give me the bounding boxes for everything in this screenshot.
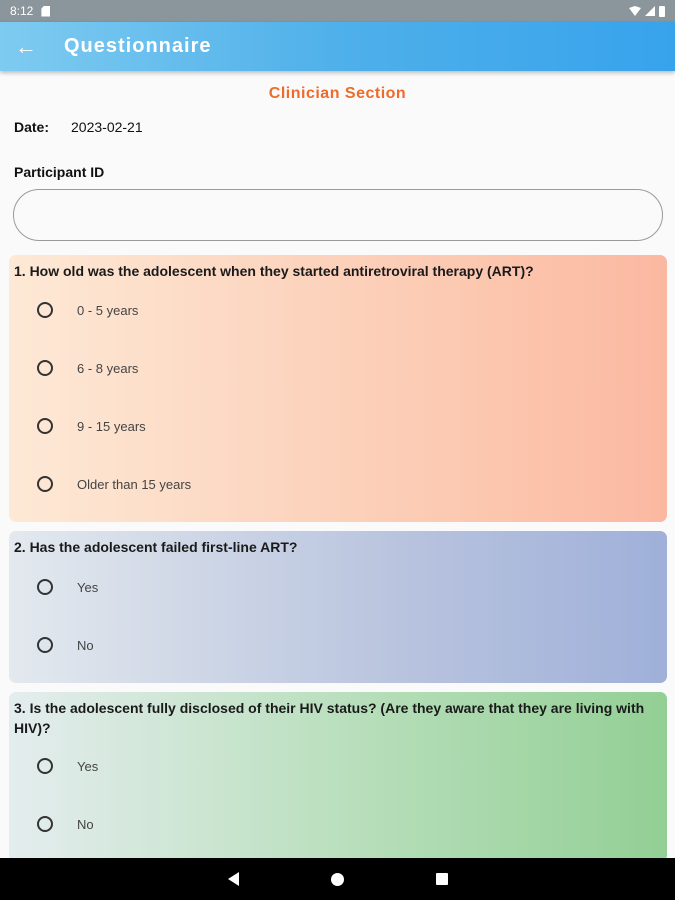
option-row[interactable]: No <box>37 816 94 832</box>
page-title: Questionnaire <box>64 35 212 57</box>
question-text: 1. How old was the adolescent when they … <box>14 263 534 279</box>
nav-recents-icon[interactable] <box>435 873 448 885</box>
option-row[interactable]: No <box>37 637 94 653</box>
radio-button[interactable] <box>37 637 53 653</box>
question-text: 3. Is the adolescent fully disclosed of … <box>14 700 645 736</box>
radio-button[interactable] <box>37 476 53 492</box>
sd-card-icon <box>41 5 51 17</box>
participant-id-label: Participant ID <box>14 164 105 180</box>
battery-icon <box>659 5 665 17</box>
option-label: 9 - 15 years <box>77 418 146 434</box>
option-label: 6 - 8 years <box>77 360 139 376</box>
navigation-bar <box>0 858 675 900</box>
question-text: 2. Has the adolescent failed first-line … <box>14 539 298 555</box>
radio-button[interactable] <box>37 816 53 832</box>
section-title: Clinician Section <box>268 85 407 102</box>
radio-button[interactable] <box>37 302 53 318</box>
radio-button[interactable] <box>37 360 53 376</box>
question-card-1: 1. How old was the adolescent when they … <box>9 255 667 522</box>
nav-back-icon[interactable] <box>227 872 239 886</box>
option-label: Older than 15 years <box>77 476 192 492</box>
status-right <box>629 5 665 17</box>
app-bar: ← Questionnaire <box>0 22 675 71</box>
status-time: 8:12 <box>10 4 34 18</box>
radio-button[interactable] <box>37 579 53 595</box>
option-row[interactable]: 0 - 5 years <box>37 302 138 318</box>
wifi-icon <box>629 6 641 16</box>
back-button[interactable]: ← <box>0 22 52 71</box>
question-card-2: 2. Has the adolescent failed first-line … <box>9 531 667 683</box>
nav-home-icon[interactable] <box>330 872 344 886</box>
radio-button[interactable] <box>37 758 53 774</box>
signal-icon <box>645 6 655 16</box>
radio-button[interactable] <box>37 418 53 434</box>
date-value: 2023-02-21 <box>71 119 143 135</box>
option-label: No <box>77 816 94 832</box>
date-row: Date: 2023-02-21 <box>14 119 143 135</box>
option-row[interactable]: Yes <box>37 758 98 774</box>
option-row[interactable]: Older than 15 years <box>37 476 191 492</box>
status-bar: 8:12 <box>0 0 675 22</box>
arrow-left-icon: ← <box>15 33 37 59</box>
option-label: Yes <box>77 579 99 595</box>
option-row[interactable]: 9 - 15 years <box>37 418 146 434</box>
participant-id-input[interactable] <box>13 189 663 241</box>
option-label: Yes <box>77 758 99 774</box>
option-label: No <box>77 637 94 653</box>
date-label: Date: <box>14 119 50 135</box>
status-left: 8:12 <box>10 4 51 18</box>
option-row[interactable]: Yes <box>37 579 98 595</box>
option-row[interactable]: 6 - 8 years <box>37 360 138 376</box>
option-label: 0 - 5 years <box>77 302 139 318</box>
question-card-3: 3. Is the adolescent fully disclosed of … <box>9 692 667 862</box>
